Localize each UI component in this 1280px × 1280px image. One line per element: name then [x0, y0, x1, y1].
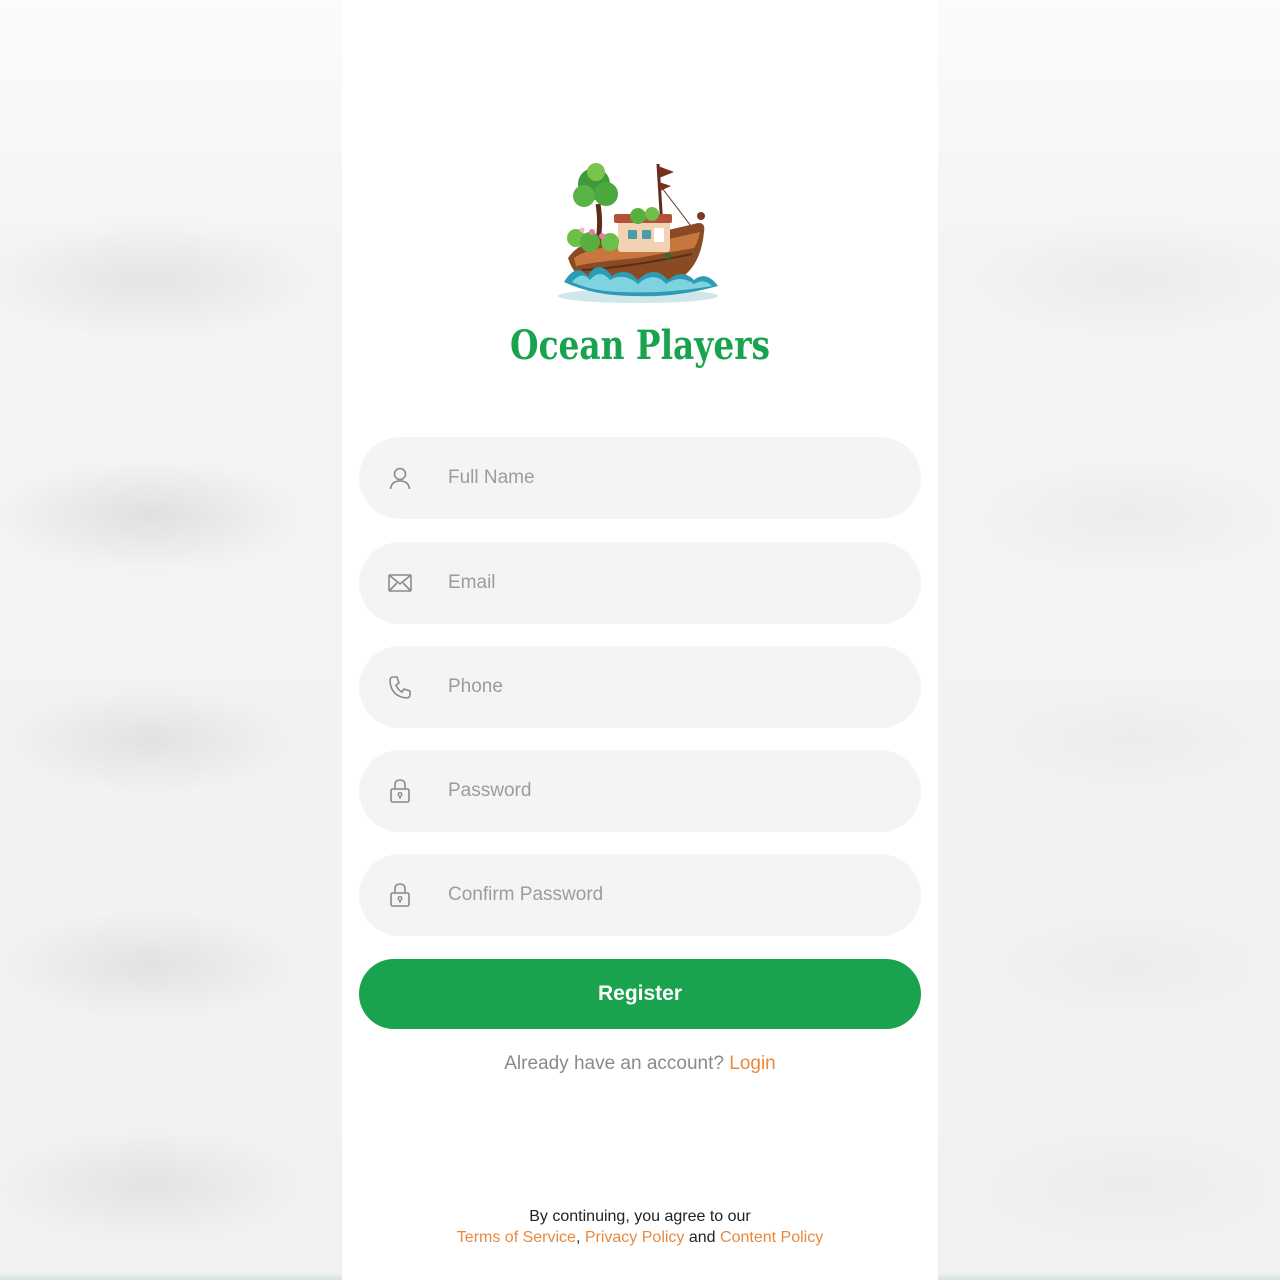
register-button[interactable]: Register	[359, 959, 921, 1029]
content-policy-link[interactable]: Content Policy	[720, 1229, 823, 1246]
lock-icon	[387, 778, 413, 804]
phone-input[interactable]	[448, 646, 888, 728]
login-prompt-text: Already have an account?	[504, 1053, 724, 1074]
terms-notice: By continuing, you agree to our Terms of…	[342, 1206, 938, 1248]
terms-intro: By continuing, you agree to our	[529, 1208, 751, 1225]
phone-field[interactable]	[359, 646, 921, 728]
terms-comma: ,	[575, 1229, 581, 1246]
lock-icon	[387, 882, 413, 908]
login-link[interactable]: Login	[729, 1053, 776, 1074]
email-input[interactable]	[448, 542, 888, 624]
terms-of-service-link[interactable]: Terms of Service	[457, 1229, 576, 1246]
register-screen: Ocean Players Register Alread	[342, 0, 938, 1280]
phone-icon	[387, 674, 413, 700]
login-prompt: Already have an account? Login	[342, 1053, 938, 1075]
brand-name: Ocean Players	[510, 322, 770, 369]
full-name-field[interactable]	[359, 437, 921, 519]
boat-with-tree-logo	[554, 158, 726, 308]
user-icon	[387, 465, 413, 491]
confirm-password-input[interactable]	[448, 854, 888, 936]
terms-links: Terms of Service, Privacy Policy and Con…	[342, 1227, 938, 1248]
confirm-password-field[interactable]	[359, 854, 921, 936]
full-name-input[interactable]	[448, 437, 888, 519]
envelope-icon	[387, 570, 413, 596]
privacy-policy-link[interactable]: Privacy Policy	[585, 1229, 685, 1246]
terms-and: and	[688, 1229, 716, 1246]
password-field[interactable]	[359, 750, 921, 832]
password-input[interactable]	[448, 750, 888, 832]
email-field[interactable]	[359, 542, 921, 624]
